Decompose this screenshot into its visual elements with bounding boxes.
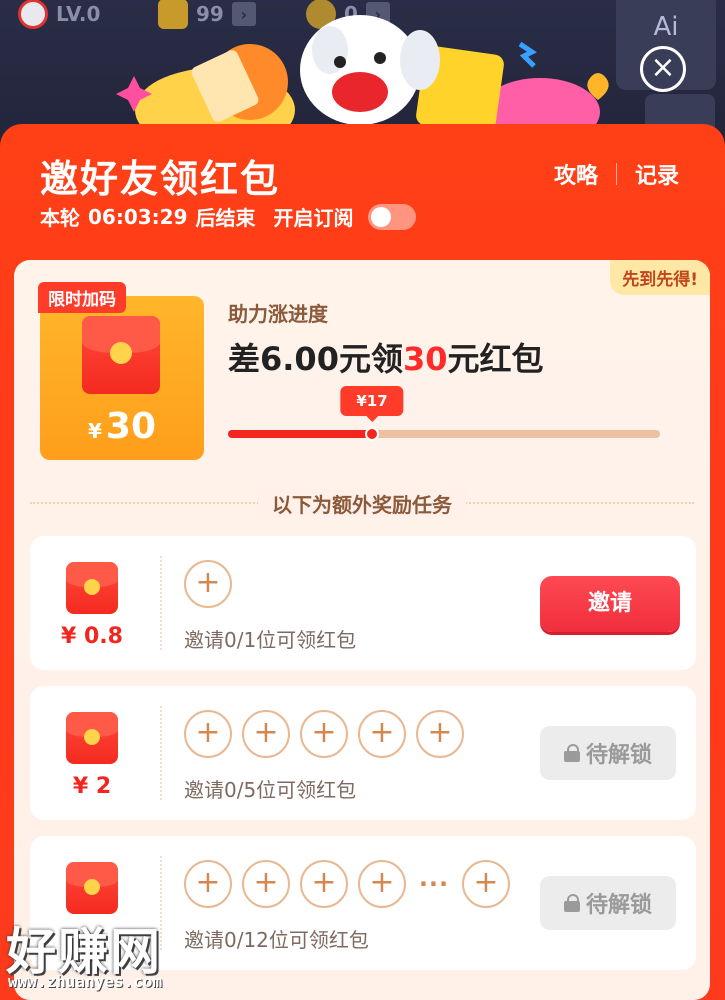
red-envelope-icon (66, 862, 118, 914)
site-watermark: 好赚网 www.zhuanyes.com (0, 912, 200, 1000)
red-envelope-icon (82, 316, 160, 394)
progress-headline: 差6.00元领30元红包 (228, 334, 544, 380)
round-countdown: 本轮 06:03:29 后结束 开启订阅 (40, 202, 416, 231)
invite-button[interactable]: 邀请 (540, 576, 680, 632)
ai-label: Ai (653, 12, 679, 42)
ticket-value: 0 (344, 2, 358, 26)
task-description: 邀请0/12位可领红包 (184, 928, 369, 952)
add-friend-slot[interactable]: + (242, 860, 290, 908)
add-friend-slot[interactable]: + (416, 710, 464, 758)
subscribe-toggle[interactable] (367, 203, 416, 230)
task-divider (160, 706, 162, 800)
compass-icon (306, 0, 336, 29)
big-amount-value: 30 (105, 406, 157, 447)
more-slots-ellipsis: ··· (418, 870, 450, 898)
divider-text: 以下为额外奖励任务 (258, 488, 466, 518)
add-friend-slot[interactable]: + (300, 710, 348, 758)
add-friend-slot[interactable]: + (184, 560, 232, 608)
avatar-icon (18, 0, 48, 29)
coin-icon (158, 0, 188, 29)
progress-label: 助力涨进度 (228, 302, 328, 326)
add-friend-slot[interactable]: + (358, 860, 406, 908)
red-envelope-icon (66, 712, 118, 764)
locked-label: 待解锁 (585, 893, 652, 918)
records-link[interactable]: 记录 (635, 158, 679, 190)
progress-highlight: 30 (402, 340, 448, 378)
add-friend-slot[interactable]: + (184, 860, 232, 908)
chevron-right-icon: › (365, 2, 390, 26)
task-description: 邀请0/5位可领红包 (184, 778, 357, 802)
modal-title: 邀好友领红包 (40, 157, 281, 201)
extra-tasks-divider: 以下为额外奖励任务 (30, 488, 694, 518)
coin-value: 99 (196, 2, 224, 26)
task-reward-amount: ¥ 2 (72, 774, 112, 799)
lock-icon (563, 894, 580, 912)
progress-bar (228, 427, 660, 441)
progress-prefix: 差6.00元领 (228, 340, 403, 378)
first-come-badge: 先到先得! (610, 260, 710, 295)
strategy-link[interactable]: 攻略 (554, 158, 598, 190)
main-card: 先到先得! ¥30 限时加码 助力涨进度 差6.00元领30元红包 ¥17 以下… (14, 260, 710, 1000)
invite-modal: 邀好友领红包 攻略 记录 本轮 06:03:29 后结束 开启订阅 先到先得! … (0, 124, 725, 1000)
ticket-stat[interactable]: 0 › (306, 0, 390, 29)
add-friend-slot[interactable]: + (358, 710, 406, 758)
red-envelope-icon (66, 562, 118, 614)
progress-bar-fill (228, 430, 372, 438)
big-reward-box: ¥30 (40, 296, 204, 460)
round-suffix: 后结束 (195, 206, 256, 230)
link-divider (615, 163, 617, 185)
close-icon: × (650, 50, 676, 85)
coin-stat[interactable]: 99 › (158, 0, 256, 29)
app-top-bar: LV.0 99 › 0 › Ai (0, 0, 725, 140)
header-links: 攻略 记录 (554, 158, 679, 190)
task-description: 邀请0/1位可领红包 (184, 628, 357, 652)
add-friend-slot[interactable]: + (242, 710, 290, 758)
subscribe-label: 开启订阅 (273, 206, 354, 230)
invite-slots: + + + + ··· + (184, 860, 510, 908)
invite-slots: + (184, 560, 232, 608)
task-reward-amount: ¥ 0.8 (61, 624, 123, 649)
chevron-right-icon: › (231, 2, 256, 26)
task-divider (160, 556, 162, 650)
locked-button: 待解锁 (540, 876, 676, 930)
task-card: ¥ 0.8 + 邀请0/1位可领红包 邀请 (30, 536, 696, 670)
big-reward-amount: ¥30 (40, 406, 204, 447)
watermark-url: www.zhuanyes.com (8, 972, 163, 991)
invite-slots: + + + + + (184, 710, 464, 758)
progress-suffix: 元红包 (447, 340, 544, 378)
level-value: LV.0 (56, 2, 101, 26)
level-stat[interactable]: LV.0 (18, 0, 101, 29)
add-friend-slot[interactable]: + (300, 860, 348, 908)
lock-icon (563, 744, 580, 762)
currency-symbol: ¥ (87, 419, 102, 443)
progress-bubble: ¥17 (340, 386, 404, 416)
countdown-timer: 06:03:29 (88, 204, 188, 229)
task-card: ¥ 2 + + + + + 邀请0/5位可领红包 待解锁 (30, 686, 696, 820)
add-friend-slot[interactable]: + (184, 710, 232, 758)
locked-label: 待解锁 (585, 743, 652, 768)
round-prefix: 本轮 (40, 206, 80, 230)
locked-button: 待解锁 (540, 726, 676, 780)
progress-marker (365, 427, 379, 441)
close-button[interactable]: × (640, 46, 686, 92)
limited-boost-tag: 限时加码 (38, 282, 126, 313)
add-friend-slot[interactable]: + (462, 860, 510, 908)
